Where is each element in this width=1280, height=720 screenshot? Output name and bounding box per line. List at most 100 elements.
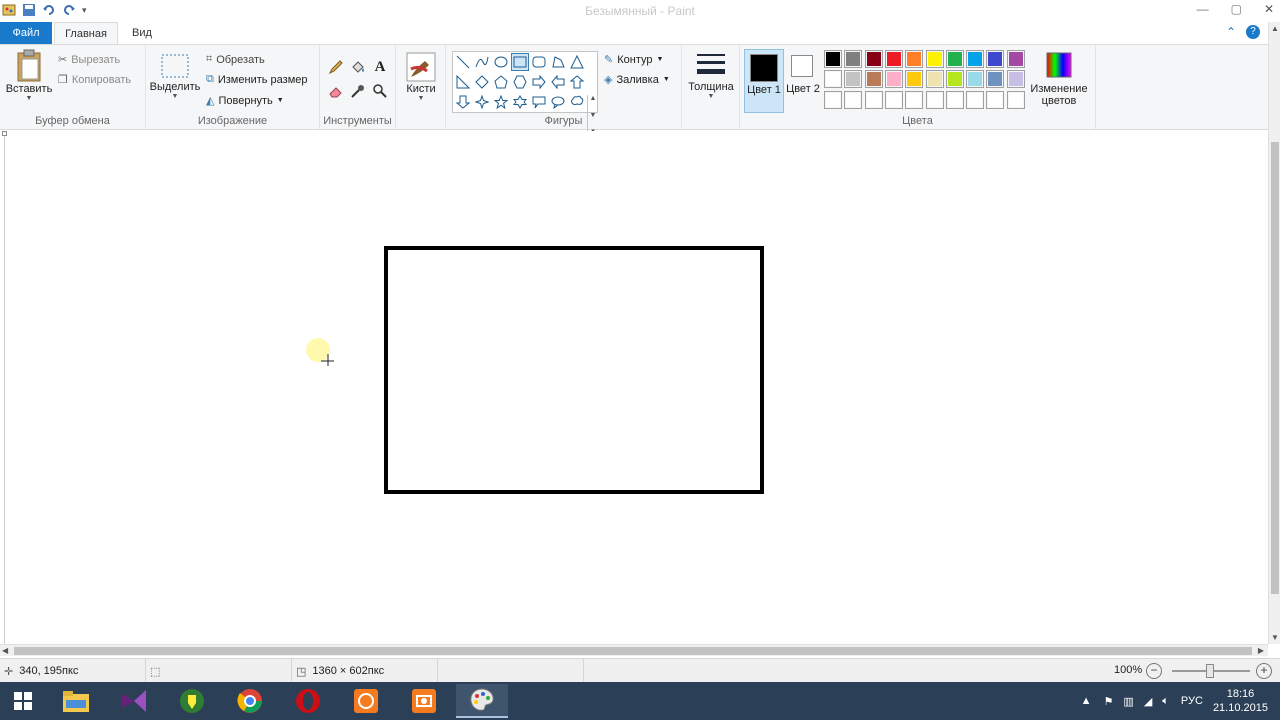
tray-expand-icon[interactable]: ▲ [1081,695,1092,707]
rotate-button[interactable]: ◭ Повернуть ▼ [206,94,284,108]
palette-color-swatch[interactable] [824,50,842,68]
palette-color-swatch[interactable] [925,70,944,89]
shape-down-arrow-icon[interactable] [454,93,472,111]
paste-dropdown-icon[interactable]: ▼ [26,95,33,102]
shape-line-icon[interactable] [454,53,472,71]
close-button[interactable]: ✕ [1264,2,1274,16]
palette-color-swatch[interactable] [884,70,903,89]
palette-color-swatch[interactable] [905,90,924,109]
volume-icon[interactable]: 🔈︎ [1162,695,1169,708]
magnifier-icon[interactable] [370,81,390,101]
vertical-scroll-thumb[interactable] [1271,142,1279,594]
taskbar-app-green[interactable] [166,684,218,718]
color2-button[interactable]: Цвет 2 [786,49,820,113]
palette-color-swatch[interactable] [925,90,944,109]
shape-polygon-icon[interactable] [549,53,567,71]
clock[interactable]: 18:16 21.10.2015 [1213,687,1268,715]
taskbar-paint[interactable] [456,684,508,718]
eraser-icon[interactable] [326,81,346,101]
palette-color-swatch[interactable] [986,50,1005,68]
outline-button[interactable]: ✎ Контур ▼ [604,53,663,67]
select-dropdown-icon[interactable]: ▼ [172,93,179,100]
scroll-up-icon[interactable]: ▲ [1271,24,1279,33]
shape-curve-icon[interactable] [473,53,491,71]
taskbar-app-orange-2[interactable] [398,684,450,718]
shape-rect-callout-icon[interactable] [530,93,548,111]
fill-dropdown-icon[interactable]: ▼ [663,76,670,83]
brushes-dropdown-icon[interactable]: ▼ [418,95,425,102]
palette-color-swatch[interactable] [945,70,964,89]
color1-button[interactable]: Цвет 1 [744,49,784,113]
palette-color-swatch[interactable] [824,70,842,89]
shape-rectangle-icon[interactable] [511,53,529,71]
taskbar-opera[interactable] [282,684,334,718]
taskbar-app-orange-1[interactable] [340,684,392,718]
copy-button[interactable]: ❐ Копировать [58,73,131,87]
cut-button[interactable]: ✂ Вырезать [58,53,120,67]
palette-color-swatch[interactable] [844,90,863,109]
palette-color-swatch[interactable] [905,50,924,68]
shape-cloud-callout-icon[interactable] [568,93,586,111]
vertical-scrollbar[interactable]: ▲ ▼ [1268,22,1280,644]
palette-color-swatch[interactable] [925,50,944,68]
palette-color-swatch[interactable] [966,90,985,109]
start-button[interactable] [0,682,46,720]
shape-up-arrow-icon[interactable] [568,73,586,91]
palette-color-swatch[interactable] [864,70,883,89]
minimize-button[interactable]: — [1197,2,1209,16]
language-indicator[interactable]: РУС [1181,695,1203,707]
zoom-in-button[interactable]: + [1256,663,1272,679]
shape-six-point-star-icon[interactable] [511,93,529,111]
palette-color-swatch[interactable] [1006,50,1025,68]
shape-four-point-star-icon[interactable] [473,93,491,111]
taskbar-file-explorer[interactable] [50,684,102,718]
horizontal-scrollbar[interactable]: ◀ ▶ [0,644,1268,656]
palette-color-swatch[interactable] [824,90,842,109]
shape-rounded-rectangle-icon[interactable] [530,53,548,71]
shape-hexagon-icon[interactable] [511,73,529,91]
fill-icon[interactable] [348,57,368,77]
palette-color-swatch[interactable] [844,70,863,89]
drawn-rectangle[interactable] [384,246,764,494]
zoom-out-button[interactable]: − [1146,663,1162,679]
palette-color-swatch[interactable] [986,90,1005,109]
palette-color-swatch[interactable] [966,50,985,68]
outline-dropdown-icon[interactable]: ▼ [656,56,663,63]
signal-icon[interactable]: ◢ [1144,695,1152,708]
palette-color-swatch[interactable] [986,70,1005,89]
shapes-scroll-down-icon[interactable]: ▼ [588,112,598,119]
palette-color-swatch[interactable] [905,70,924,89]
zoom-slider-thumb[interactable] [1206,664,1214,678]
shape-left-arrow-icon[interactable] [549,73,567,91]
edit-colors-button[interactable]: Изменение цветов [1030,51,1088,107]
paste-button[interactable]: Вставить ▼ [6,49,52,102]
pencil-icon[interactable] [326,57,346,77]
rotate-dropdown-icon[interactable]: ▼ [277,97,284,104]
scroll-left-icon[interactable]: ◀ [2,646,8,655]
network-icon[interactable]: ▥ [1123,695,1133,708]
collapse-ribbon-icon[interactable]: ⌃ [1226,25,1236,39]
size-button[interactable]: Толщина ▼ [686,51,736,100]
brushes-button[interactable]: Кисти ▼ [400,51,442,102]
palette-color-swatch[interactable] [864,50,883,68]
palette-color-swatch[interactable] [884,90,903,109]
palette-color-swatch[interactable] [1006,70,1025,89]
palette-color-swatch[interactable] [884,50,903,68]
scroll-down-icon[interactable]: ▼ [1271,633,1279,642]
shape-diamond-icon[interactable] [473,73,491,91]
shape-right-triangle-icon[interactable] [454,73,472,91]
fill-button[interactable]: ◈ Заливка ▼ [604,73,670,87]
tab-view[interactable]: Вид [122,22,162,44]
shapes-scroll-up-icon[interactable]: ▲ [588,95,598,102]
resize-button[interactable]: ⧉ Изменить размер [206,73,308,86]
action-center-icon[interactable]: ⚑ [1104,695,1114,708]
help-icon[interactable]: ? [1246,25,1260,39]
shape-triangle-icon[interactable] [568,53,586,71]
tab-file[interactable]: Файл [0,22,52,44]
crop-button[interactable]: ⌗ Обрезать [206,53,265,66]
size-dropdown-icon[interactable]: ▼ [708,93,715,100]
shape-oval-callout-icon[interactable] [549,93,567,111]
palette-color-swatch[interactable] [945,50,964,68]
palette-color-swatch[interactable] [966,70,985,89]
color-picker-icon[interactable] [348,81,368,101]
